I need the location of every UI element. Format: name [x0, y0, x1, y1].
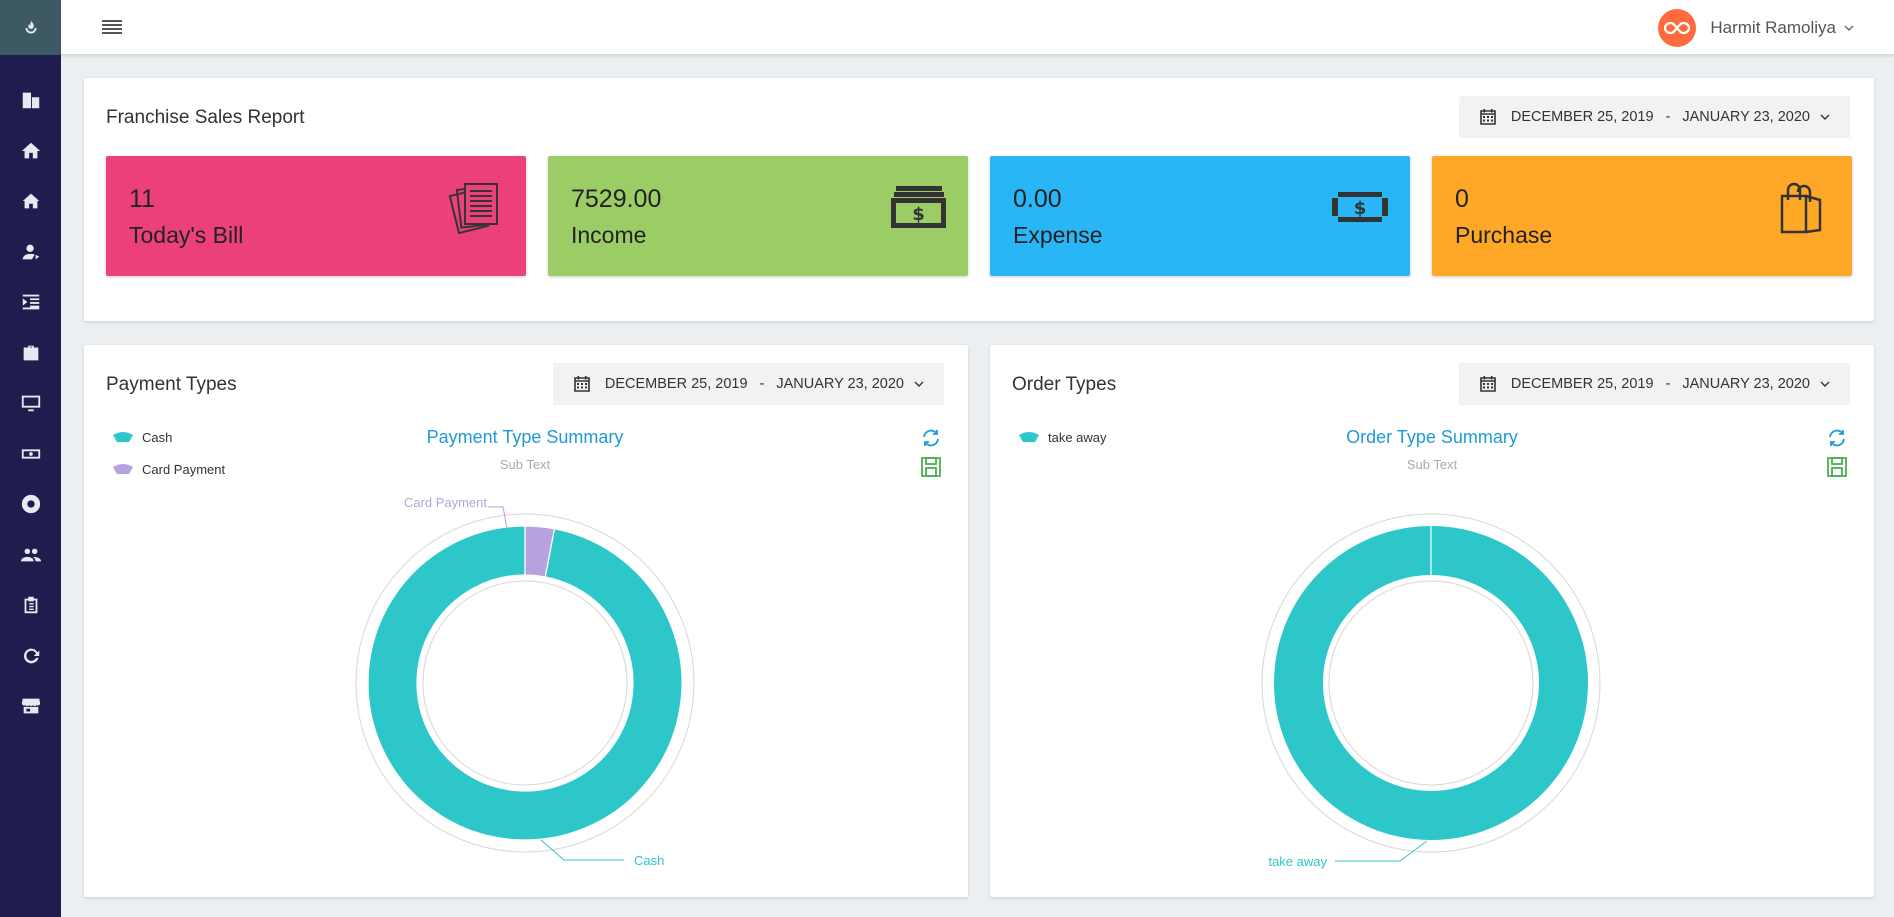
briefcase-icon [23, 345, 38, 361]
chevron-down-icon [1820, 114, 1830, 120]
order-types-card: Order Types DECEMBER 25, 2019 - JANUARY … [990, 345, 1874, 897]
home-icon [21, 142, 40, 159]
menu-toggle-button[interactable] [101, 16, 123, 38]
shopping-bag-icon [1780, 182, 1822, 234]
user-name: Harmit Ramoliya [1710, 17, 1836, 37]
stat-label: Purchase [1455, 222, 1553, 248]
hamburger-icon [102, 20, 122, 34]
sidebar-item-reports[interactable] [0, 580, 61, 631]
calendar-icon [1480, 109, 1496, 125]
sidebar-item-sync[interactable] [0, 631, 61, 682]
slice-label-card-payment: Card Payment [404, 495, 487, 510]
date-range-picker[interactable]: DECEMBER 25, 2019 - JANUARY 23, 2020 [1458, 96, 1850, 138]
stat-tile-todays-bill[interactable]: 11 Today's Bill [106, 156, 526, 276]
date-start: DECEMBER 25, 2019 [1510, 109, 1654, 125]
lifebuoy-icon [21, 495, 40, 514]
stat-value: 0 [1455, 185, 1469, 213]
building-icon [22, 92, 39, 109]
stat-tile-purchase[interactable]: 0 Purchase [1432, 156, 1852, 276]
payment-types-card: Payment Types DECEMBER 25, 2019 - JANUAR… [84, 345, 968, 897]
infinity-icon [1664, 21, 1691, 34]
sidebar-item-pos[interactable] [0, 378, 61, 429]
money-icon [21, 449, 40, 459]
refresh-icon [23, 648, 39, 664]
indent-list-icon [22, 294, 39, 310]
card-title: Franchise Sales Report [106, 107, 305, 128]
sidebar-item-support[interactable] [0, 479, 61, 530]
slice-label-cash: Cash [634, 853, 664, 868]
clipboard-icon [24, 597, 37, 614]
slice-label-take-away: take away [1268, 854, 1327, 869]
banknote-icon: $ [1332, 192, 1388, 222]
user-menu[interactable]: Harmit Ramoliya [1658, 0, 1854, 55]
stat-value: 0.00 [1013, 185, 1062, 213]
users-icon [20, 548, 41, 562]
sidebar-item-inventory[interactable] [0, 328, 61, 379]
stat-value: 11 [129, 185, 155, 213]
date-end: JANUARY 23, 2020 [1682, 109, 1810, 125]
app-logo[interactable] [0, 0, 61, 55]
avatar [1658, 8, 1697, 47]
svg-text:$: $ [912, 204, 925, 225]
stat-tile-income[interactable]: 7529.00 Income $ [548, 156, 968, 276]
stat-label: Expense [1013, 222, 1103, 248]
sidebar-item-store[interactable] [0, 681, 61, 732]
sidebar-item-menu[interactable] [0, 277, 61, 328]
stat-label: Income [571, 222, 647, 248]
store-icon [21, 698, 40, 714]
bills-icon [448, 183, 498, 235]
chevron-down-icon [1844, 25, 1854, 31]
payment-donut-chart: Cash Card Payment [355, 495, 695, 868]
logo-icon [25, 20, 36, 33]
sidebar-item-expenses[interactable] [0, 429, 61, 480]
svg-text:$: $ [1354, 198, 1367, 219]
stat-tile-expense[interactable]: 0.00 Expense $ [990, 156, 1410, 276]
sidebar-item-staff[interactable] [0, 530, 61, 581]
stat-label: Today's Bill [129, 222, 244, 248]
inner-ring [422, 580, 628, 786]
sidebar-item-branches[interactable] [0, 75, 61, 126]
top-bar: Harmit Ramoliya [61, 0, 1894, 55]
stat-value: 7529.00 [571, 185, 662, 213]
user-icon [22, 244, 39, 260]
sidebar [0, 0, 61, 917]
date-separator: - [1665, 109, 1671, 125]
sidebar-item-franchise[interactable] [0, 176, 61, 227]
order-donut-chart: take away [1261, 513, 1601, 869]
monitor-icon [21, 395, 40, 412]
sidebar-item-customers[interactable] [0, 227, 61, 278]
inner-ring [1328, 580, 1534, 786]
sidebar-item-home[interactable] [0, 126, 61, 177]
cash-stack-icon: $ [891, 186, 946, 228]
slice-take-away[interactable] [1274, 526, 1588, 840]
house-icon [22, 193, 39, 209]
